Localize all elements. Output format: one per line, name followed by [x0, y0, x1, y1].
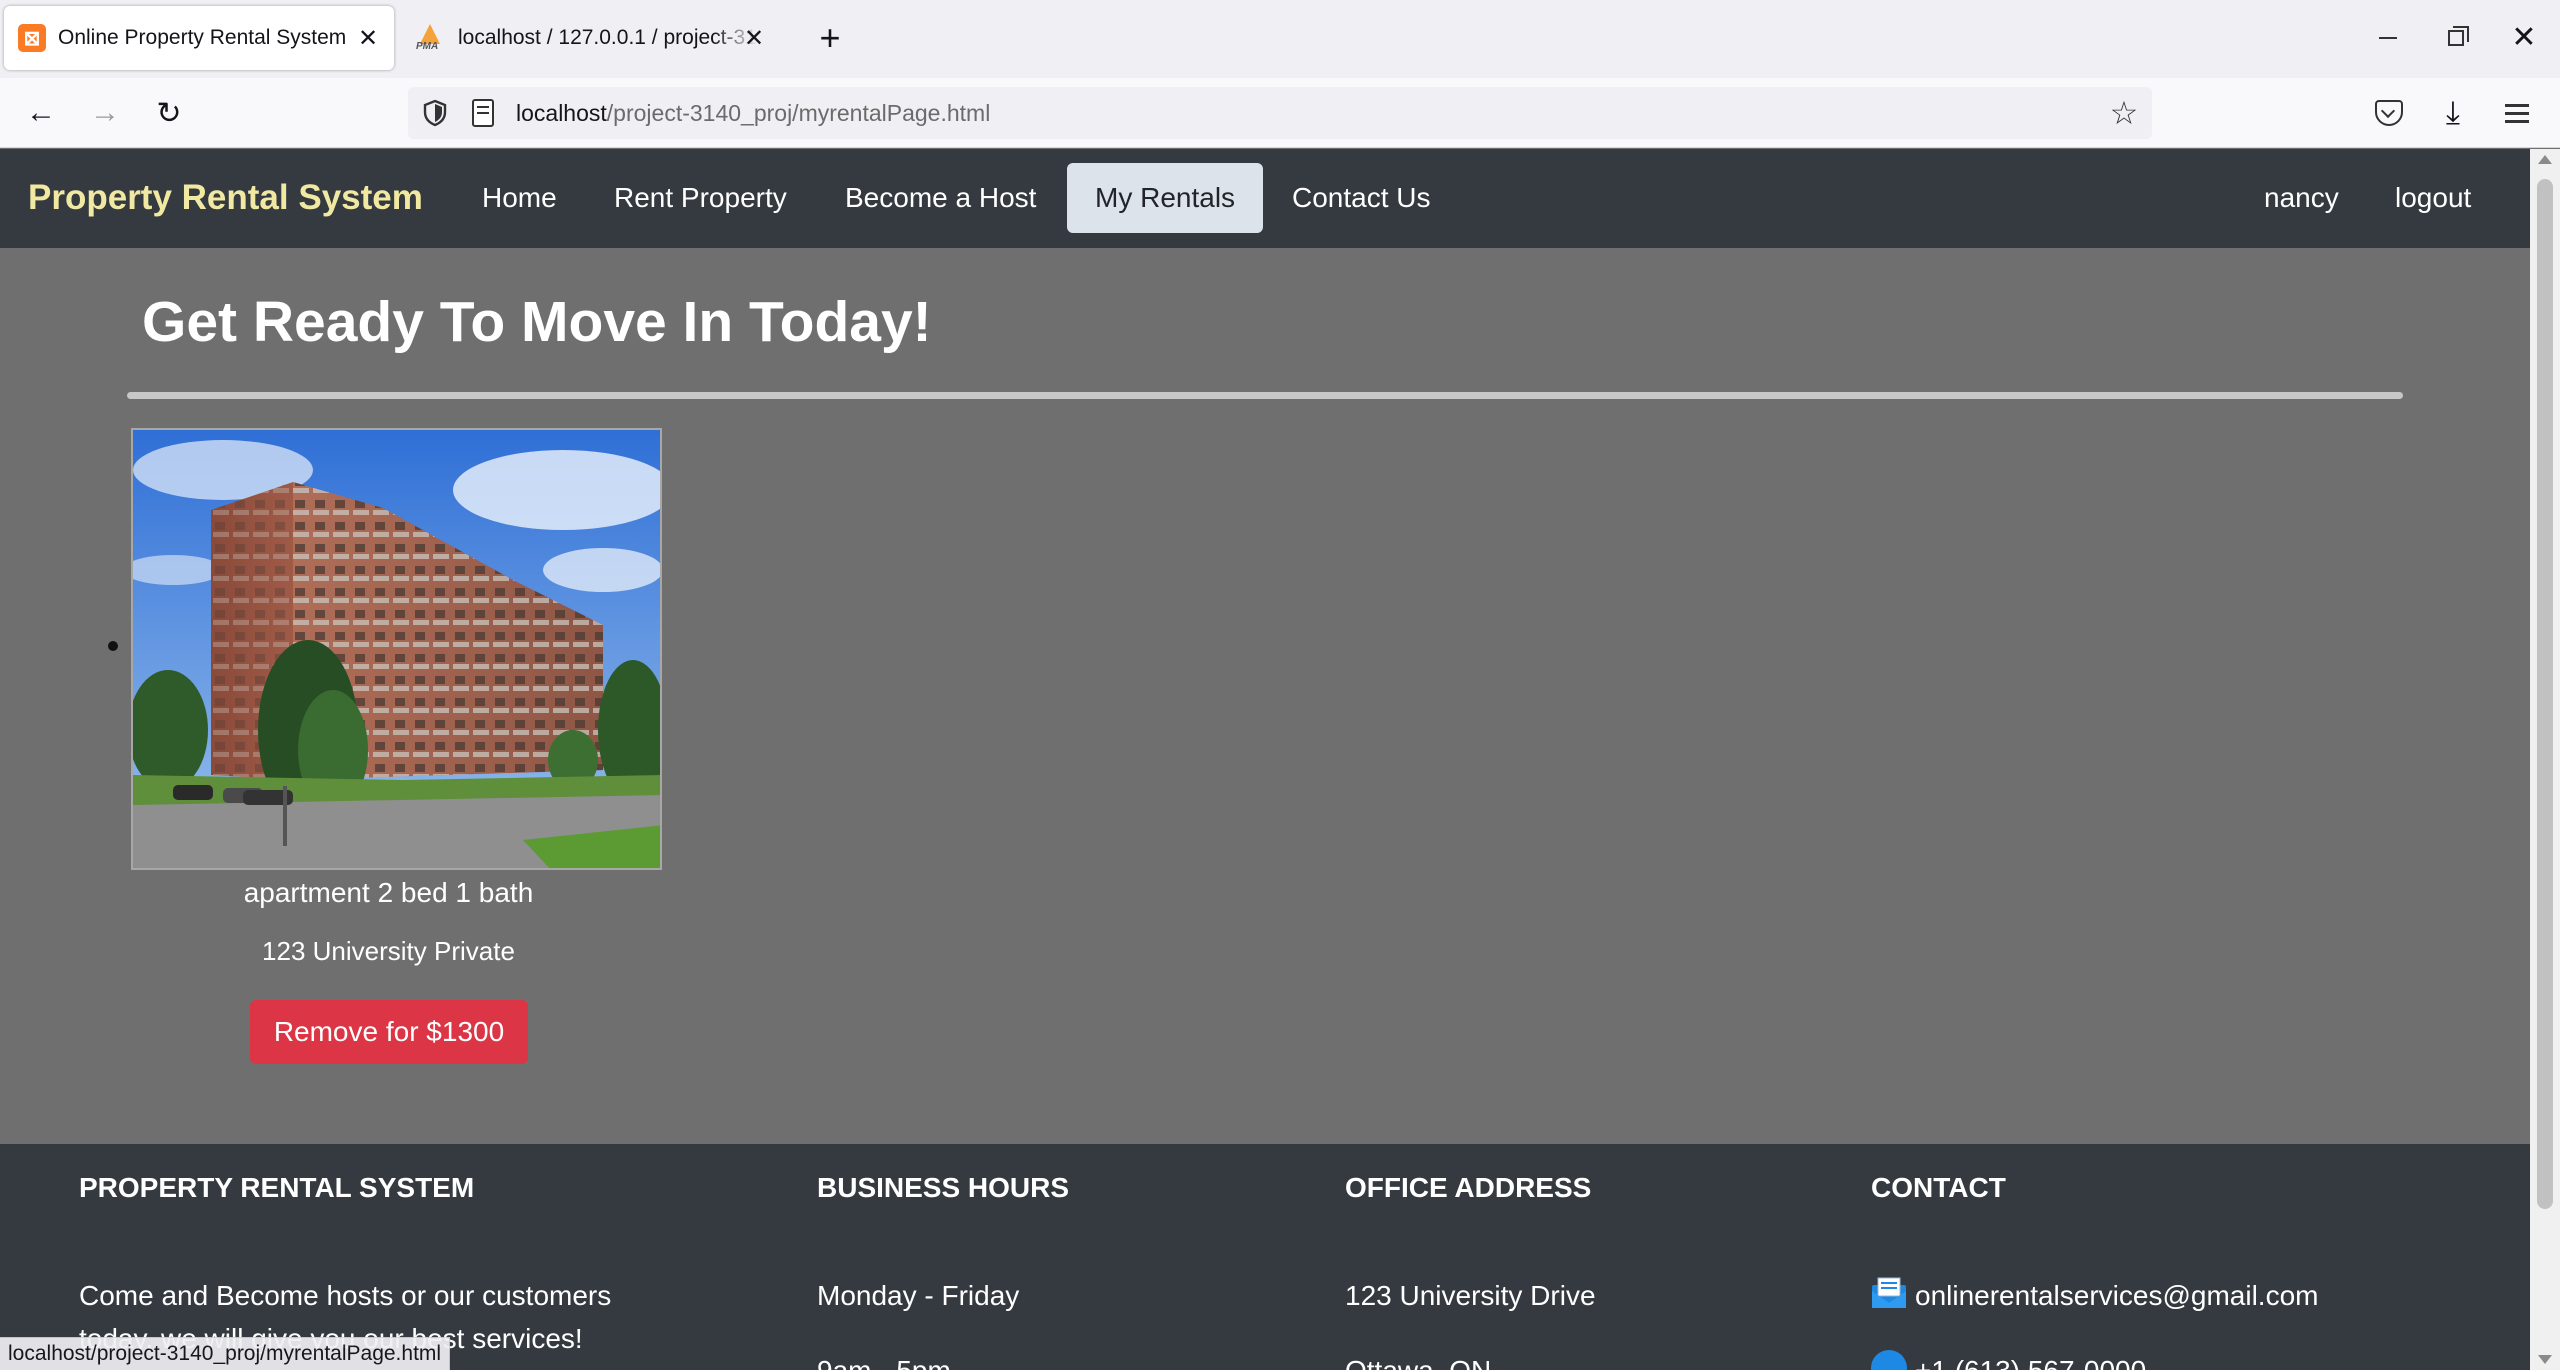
- apartment-building-photo: [131, 428, 662, 870]
- page-title: Get Ready To Move In Today!: [142, 290, 932, 354]
- forward-button[interactable]: →: [82, 90, 128, 136]
- nav-home[interactable]: Home: [454, 163, 585, 233]
- close-tab-icon[interactable]: ✕: [740, 24, 768, 52]
- pocket-button[interactable]: [2366, 90, 2412, 136]
- site-navbar: Property Rental System Home Rent Propert…: [0, 149, 2530, 248]
- footer-address-street: 123 University Drive: [1345, 1280, 1596, 1311]
- browser-tab-inactive[interactable]: PMA localhost / 127.0.0.1 / project-3140…: [406, 6, 780, 70]
- nav-contact-us[interactable]: Contact Us: [1264, 163, 1459, 233]
- back-button[interactable]: ←: [18, 90, 64, 136]
- nav-user-nancy[interactable]: nancy: [2236, 163, 2367, 233]
- scrollbar-thumb[interactable]: [2537, 179, 2553, 1209]
- footer-heading-about: PROPERTY RENTAL SYSTEM: [79, 1172, 475, 1203]
- tab-title: localhost / 127.0.0.1 / project-3140: [458, 26, 758, 49]
- tab-title: Online Property Rental System: [58, 26, 347, 49]
- close-tab-icon[interactable]: ✕: [354, 24, 382, 52]
- pocket-icon: [2375, 100, 2403, 126]
- list-bullet: [108, 641, 118, 651]
- footer-address-city: Ottawa, ON: [1345, 1349, 1491, 1370]
- remove-rental-button[interactable]: Remove for $1300: [250, 1000, 528, 1064]
- phone-icon: [1871, 1350, 1907, 1370]
- restore-button[interactable]: [2426, 14, 2486, 62]
- footer-heading-address: OFFICE ADDRESS: [1345, 1172, 1592, 1203]
- listing-title: apartment 2 bed 1 bath: [243, 877, 534, 908]
- footer-contact-email-row[interactable]: onlinerentalservices@gmail.com: [1871, 1274, 2318, 1318]
- shield-icon: [423, 99, 447, 127]
- downloads-button[interactable]: ⤓: [2430, 90, 2476, 136]
- footer-contact-phone[interactable]: +1 (613) 567-0000: [1915, 1355, 2146, 1370]
- close-window-button[interactable]: ✕: [2494, 14, 2554, 62]
- site-brand[interactable]: Property Rental System: [28, 178, 423, 218]
- restore-icon: [2448, 26, 2469, 46]
- reload-icon: ↻: [156, 96, 182, 130]
- listing-address: 123 University Private: [262, 936, 515, 966]
- phpmyadmin-icon: PMA: [416, 24, 446, 52]
- nav-rent-property[interactable]: Rent Property: [586, 163, 815, 233]
- new-tab-button[interactable]: +: [810, 17, 850, 58]
- page-viewport: Property Rental System Home Rent Propert…: [0, 149, 2530, 1370]
- footer-hours-days: Monday - Friday: [817, 1280, 1020, 1311]
- minimize-icon: [2379, 37, 2397, 39]
- nav-become-a-host[interactable]: Become a Host: [817, 163, 1064, 233]
- footer-contact-email[interactable]: onlinerentalservices@gmail.com: [1915, 1280, 2318, 1311]
- close-icon: ✕: [2511, 21, 2537, 54]
- email-icon: [1872, 1277, 1906, 1308]
- footer-about-line-1: Come and Become hosts or our customers: [79, 1280, 612, 1311]
- download-icon: ⤓: [2445, 94, 2461, 130]
- nav-logout[interactable]: logout: [2367, 163, 2499, 233]
- page-icon: [472, 99, 494, 127]
- xampp-icon: ⊠: [18, 24, 46, 52]
- footer-heading-hours: BUSINESS HOURS: [817, 1172, 1070, 1203]
- footer-heading-contact: CONTACT: [1871, 1172, 2006, 1203]
- arrow-left-icon: ←: [26, 96, 56, 129]
- nav-my-rentals[interactable]: My Rentals: [1067, 163, 1264, 233]
- browser-toolbar: ← → ↻ localhost/project-3140_proj/myrent…: [0, 78, 2560, 148]
- url-host: localhost: [516, 100, 607, 126]
- bookmark-star-icon[interactable]: ☆: [2106, 95, 2142, 131]
- url-text[interactable]: localhost/project-3140_proj/myrentalPage…: [516, 100, 990, 127]
- scroll-down-arrow-icon[interactable]: [2538, 1355, 2552, 1364]
- footer-contact-phone-row[interactable]: +1 (613) 567-0000: [1871, 1349, 2146, 1370]
- title-divider: [127, 392, 2403, 399]
- url-path: /project-3140_proj/myrentalPage.html: [606, 100, 991, 126]
- reload-button[interactable]: ↻: [146, 90, 192, 136]
- hamburger-menu-icon: [2505, 111, 2529, 115]
- minimize-button[interactable]: [2358, 14, 2418, 62]
- address-bar[interactable]: localhost/project-3140_proj/myrentalPage…: [408, 87, 2152, 139]
- arrow-right-icon: →: [90, 96, 120, 129]
- link-status-tooltip: localhost/project-3140_proj/myrentalPage…: [0, 1337, 450, 1370]
- browser-tab-bar: ⊠ Online Property Rental System ✕ PMA lo…: [0, 0, 2560, 78]
- scroll-up-arrow-icon[interactable]: [2538, 155, 2552, 164]
- footer-hours-time: 9am - 5pm: [817, 1349, 951, 1370]
- page-scrollbar[interactable]: [2530, 149, 2560, 1370]
- app-menu-button[interactable]: [2494, 90, 2540, 136]
- browser-tab-active[interactable]: ⊠ Online Property Rental System ✕: [4, 6, 394, 70]
